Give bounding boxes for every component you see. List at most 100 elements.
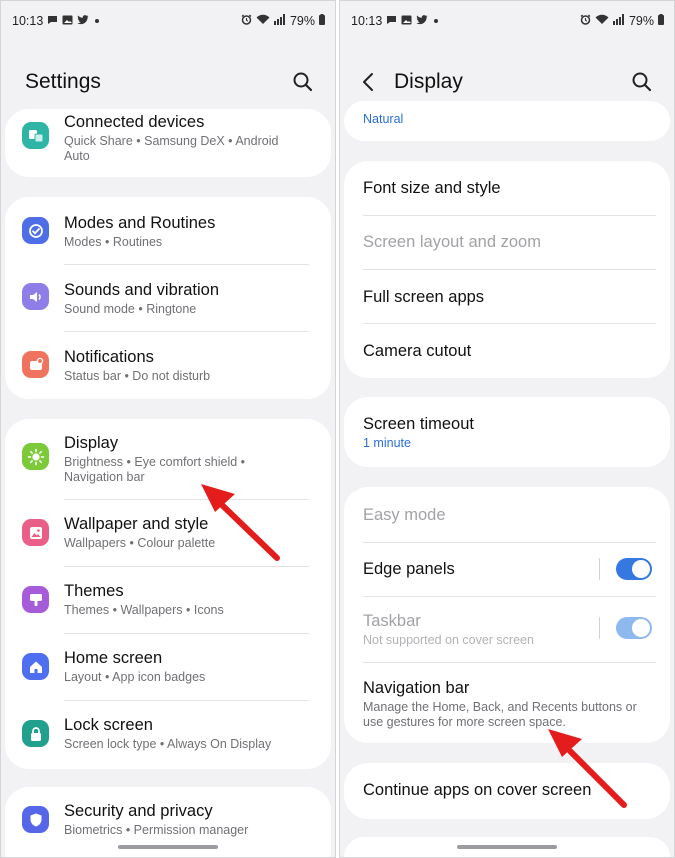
vertical-separator (599, 617, 600, 639)
settings-group-connections: Connected devices Quick Share • Samsung … (5, 109, 331, 177)
item-title: Screen timeout (363, 415, 474, 433)
item-subtitle: Quick Share • Samsung DeX • Android Auto (64, 134, 279, 163)
battery-percentage: 79% (628, 14, 654, 28)
annotation-arrow-icon (201, 484, 280, 561)
screen-mode-value: Natural (363, 112, 404, 126)
alarm-icon (241, 14, 252, 28)
status-time: 10:13 (351, 14, 383, 28)
signal-icon (612, 14, 625, 28)
item-title: Taskbar (363, 612, 421, 630)
back-button[interactable] (358, 71, 380, 93)
home-icon (22, 653, 49, 680)
item-subtitle: Layout • App icon badges (64, 670, 206, 684)
home-indicator[interactable] (118, 845, 218, 849)
search-icon (293, 72, 313, 92)
settings-item-connected-devices[interactable]: Connected devices Quick Share • Samsung … (5, 109, 331, 177)
item-subtitle: Status bar • Do not disturb (64, 369, 211, 383)
item-title: Font size and style (363, 179, 501, 197)
settings-item-notifications[interactable]: Notifications Status bar • Do not distur… (5, 331, 331, 399)
shield-icon (22, 806, 49, 833)
item-subtitle: Modes • Routines (64, 235, 163, 249)
settings-item-lock-screen[interactable]: Lock screen Screen lock type • Always On… (5, 700, 331, 769)
settings-item-font-size[interactable]: Font size and style (344, 161, 670, 215)
notification-dot-icon (434, 19, 439, 23)
display-group-screen-mode: Natural (344, 101, 670, 141)
twitter-icon (77, 14, 89, 28)
item-subtitle: Screen lock type • Always On Display (64, 737, 272, 751)
item-title: Lock screen (64, 716, 153, 734)
battery-percentage: 79% (289, 14, 315, 28)
annotation-arrow-icon (548, 729, 627, 808)
settings-item-camera-cutout[interactable]: Camera cutout (344, 323, 670, 378)
settings-screen: 10:13 79% Settings Connected devices Qui… (0, 0, 336, 858)
item-title: Full screen apps (363, 288, 485, 306)
item-title: Home screen (64, 649, 163, 667)
battery-icon (658, 14, 664, 28)
settings-item-screen-mode[interactable]: Natural (344, 101, 670, 141)
item-title: Notifications (64, 348, 154, 366)
edge-panels-toggle[interactable] (616, 558, 652, 580)
chevron-left-icon (363, 73, 373, 91)
item-subtitle: 1 minute (363, 436, 411, 450)
wifi-icon (595, 14, 609, 28)
settings-item-themes[interactable]: Themes Themes • Wallpapers • Icons (5, 566, 331, 633)
item-subtitle: Biometrics • Permission manager (64, 823, 249, 837)
item-subtitle: Not supported on cover screen (363, 633, 534, 647)
modes-routines-icon (22, 217, 49, 244)
page-title: Settings (25, 70, 101, 93)
alarm-icon (580, 14, 591, 28)
sound-icon (22, 283, 49, 310)
status-bar: 10:13 79% (1, 1, 335, 41)
item-title: Themes (64, 582, 124, 600)
item-title: Camera cutout (363, 342, 472, 360)
settings-item-modes-routines[interactable]: Modes and Routines Modes • Routines (5, 197, 331, 264)
status-time: 10:13 (12, 14, 44, 28)
display-screen: 10:13 79% Display Natural Font size and … (339, 0, 675, 858)
item-title: Connected devices (64, 113, 205, 131)
item-title: Edge panels (363, 560, 455, 578)
message-icon (386, 14, 397, 28)
search-button[interactable] (630, 70, 654, 94)
wallpaper-icon (22, 519, 49, 546)
settings-group-display: Display Brightness • Eye comfort shield … (5, 419, 331, 769)
battery-icon (319, 14, 325, 28)
themes-icon (22, 586, 49, 613)
signal-icon (273, 14, 286, 28)
display-group-layout: Font size and style Screen layout and zo… (344, 161, 670, 378)
display-group-timeout: Screen timeout 1 minute (344, 397, 670, 467)
item-title: Easy mode (363, 506, 446, 524)
home-indicator[interactable] (457, 845, 557, 849)
connected-devices-icon (22, 122, 49, 149)
item-subtitle: Themes • Wallpapers • Icons (64, 603, 224, 617)
item-title: Display (64, 434, 119, 452)
settings-item-sounds-vibration[interactable]: Sounds and vibration Sound mode • Ringto… (5, 264, 331, 331)
notification-dot-icon (95, 19, 100, 23)
page-title: Display (394, 70, 463, 93)
search-button[interactable] (291, 70, 315, 94)
settings-item-full-screen-apps[interactable]: Full screen apps (344, 269, 670, 323)
display-header: Display (340, 59, 674, 105)
settings-item-screen-layout: Screen layout and zoom (344, 215, 670, 269)
status-bar: 10:13 79% (340, 1, 674, 41)
item-subtitle: Sound mode • Ringtone (64, 302, 197, 316)
settings-item-home-screen[interactable]: Home screen Layout • App icon badges (5, 633, 331, 700)
taskbar-toggle (616, 617, 652, 639)
item-title: Security and privacy (64, 802, 213, 820)
gallery-icon (62, 14, 73, 28)
twitter-icon (416, 14, 428, 28)
item-title: Sounds and vibration (64, 281, 220, 299)
item-title: Navigation bar (363, 679, 470, 697)
lock-icon (22, 720, 49, 747)
item-title: Screen layout and zoom (363, 233, 541, 251)
message-icon (47, 14, 58, 28)
settings-item-screen-timeout[interactable]: Screen timeout 1 minute (344, 397, 670, 467)
item-title: Modes and Routines (64, 214, 216, 232)
settings-item-taskbar: Taskbar Not supported on cover screen (344, 596, 670, 662)
notifications-icon (22, 351, 49, 378)
display-icon (22, 443, 49, 470)
settings-item-easy-mode: Easy mode (344, 487, 670, 542)
settings-item-edge-panels[interactable]: Edge panels (344, 542, 670, 596)
search-icon (632, 72, 652, 92)
wifi-icon (256, 14, 270, 28)
display-group-modes: Easy mode Edge panels Taskbar Not suppor… (344, 487, 670, 743)
